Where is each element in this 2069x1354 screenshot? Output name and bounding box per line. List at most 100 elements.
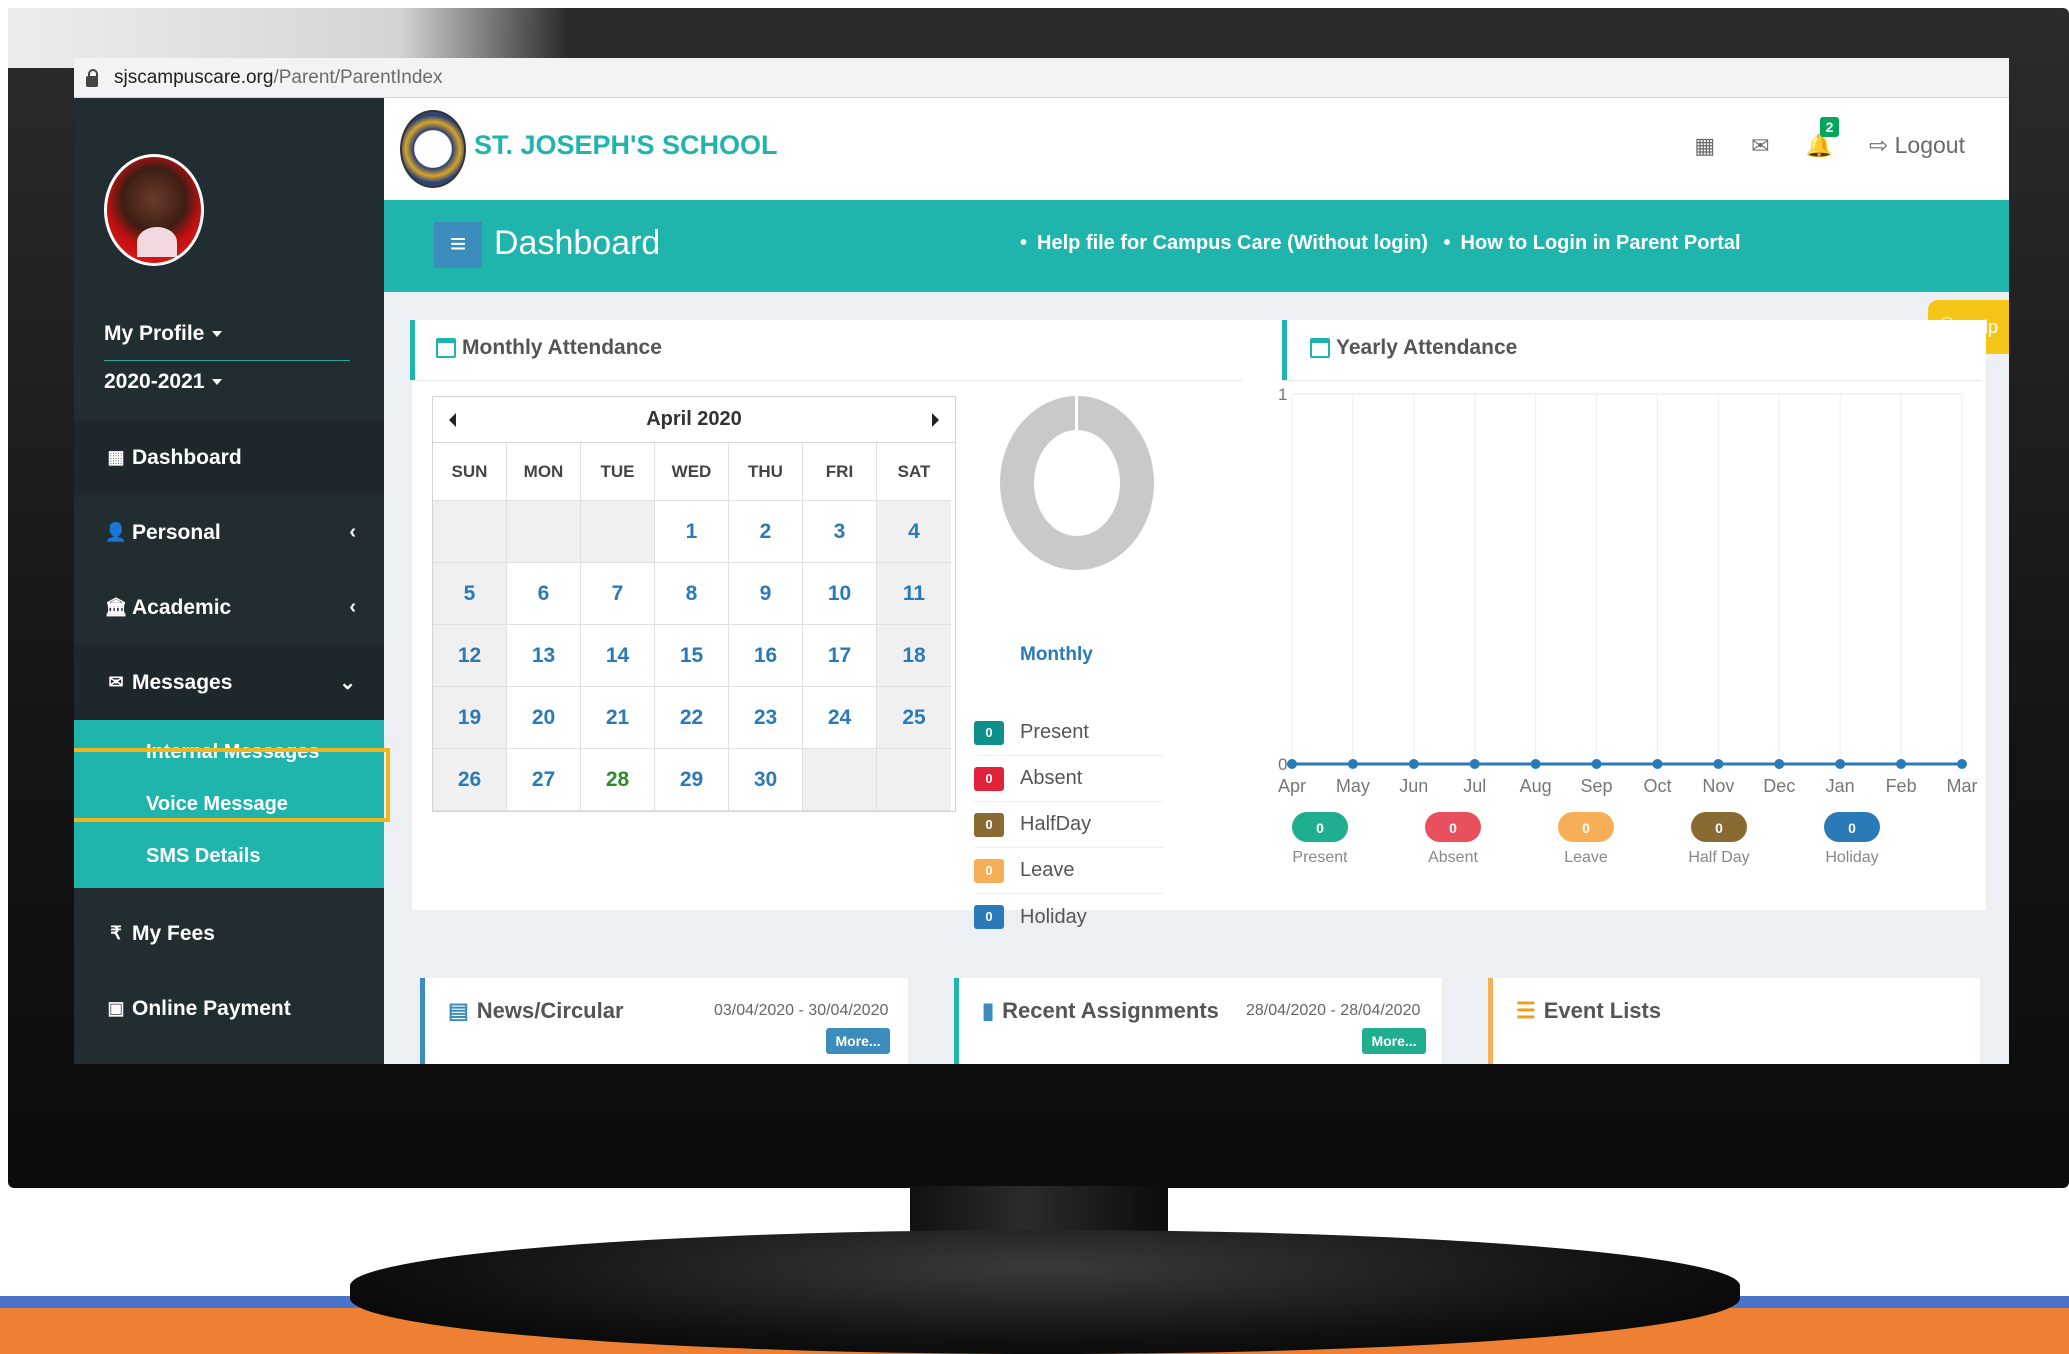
calendar-day[interactable]: 25	[877, 687, 951, 749]
sidebar-item-messages[interactable]: ✉ Messages ⌄	[74, 645, 384, 720]
calendar-icon	[1310, 338, 1330, 358]
legend-count-value: 0	[1316, 820, 1324, 836]
bullet: •	[1020, 232, 1028, 254]
prev-month-icon[interactable]	[449, 412, 456, 427]
address-bar[interactable]: sjscampuscare.org/Parent/ParentIndex	[74, 58, 2009, 98]
calendar-day[interactable]: 17	[803, 625, 877, 687]
sidebar-item-personal[interactable]: 👤 Personal ‹	[74, 495, 384, 570]
calendar-day[interactable]: 30	[729, 749, 803, 811]
sidebar-item-online-payment[interactable]: ▣ Online Payment	[74, 971, 384, 1046]
calendar-day[interactable]: 22	[655, 687, 729, 749]
sidebar-item-label: My Fees	[132, 921, 215, 945]
data-point	[1957, 759, 1967, 769]
sidebar-menu: ▦ Dashboard 👤 Personal ‹ 🏛 Academic ‹ ✉ …	[74, 420, 384, 1046]
legend-label: Leave	[1020, 859, 1075, 881]
calendar-day[interactable]: 1	[655, 501, 729, 563]
next-month-icon[interactable]	[931, 412, 939, 427]
calendar-day[interactable]: 28	[581, 749, 655, 811]
calendar-day[interactable]: 26	[433, 749, 507, 811]
hamburger-menu-icon[interactable]: ≡	[434, 222, 482, 268]
data-point	[1652, 759, 1663, 769]
calendar-empty-cell	[507, 501, 581, 563]
sidebar-item-dashboard[interactable]: ▦ Dashboard	[74, 420, 384, 495]
legend-count-badge: 0	[974, 905, 1004, 929]
calendar-day[interactable]: 12	[433, 625, 507, 687]
calendar-day[interactable]: 3	[803, 501, 877, 563]
calendar-day[interactable]: 19	[433, 687, 507, 749]
school-name: ST. JOSEPH'S SCHOOL	[474, 130, 778, 160]
legend-label: HalfDay	[1020, 813, 1092, 835]
donut-gap	[1075, 396, 1078, 432]
help-file-link[interactable]: Help file for Campus Care (Without login…	[1037, 232, 1428, 254]
data-point	[1530, 759, 1541, 769]
news-accent	[420, 978, 425, 1064]
legend-count-badge: 0	[974, 858, 1004, 883]
url-domain: sjscampuscare.org	[114, 66, 274, 88]
calendar-day[interactable]: 21	[581, 687, 655, 749]
calendar-day[interactable]: 5	[433, 563, 507, 625]
attendance-calendar: April 2020 SUN MON TUE WED THU FRI SAT 1…	[432, 396, 956, 812]
calendar-day[interactable]: 29	[655, 749, 729, 811]
sidebar-item-label: Dashboard	[132, 445, 242, 469]
data-point	[1713, 759, 1724, 769]
calendar-day[interactable]: 9	[729, 563, 803, 625]
avatar[interactable]	[104, 154, 204, 266]
notification-bell-icon[interactable]: 🔔 2	[1806, 116, 1840, 159]
logout-link[interactable]: ⇨ Logout	[1869, 132, 1965, 159]
apps-grid-icon[interactable]: ▦	[1694, 133, 1715, 159]
x-tick-label: Dec	[1763, 776, 1795, 796]
news-more-button[interactable]: More...	[826, 1028, 890, 1054]
calendar-day[interactable]: 18	[877, 625, 951, 687]
calendar-week-row: 12 13 14 15 16 17 18	[433, 625, 955, 687]
events-title-label: Event Lists	[1543, 998, 1662, 1023]
calendar-day[interactable]: 11	[877, 563, 951, 625]
sidebar-item-my-fees[interactable]: ₹ My Fees	[74, 896, 384, 971]
academic-year-dropdown[interactable]: 2020-2021	[104, 370, 223, 394]
calendar-day[interactable]: 4	[877, 501, 951, 563]
calendar-icon	[436, 338, 456, 358]
calendar-day[interactable]: 27	[507, 749, 581, 811]
calendar-day[interactable]: 7	[581, 563, 655, 625]
calendar-day[interactable]: 16	[729, 625, 803, 687]
calendar-day[interactable]: 14	[581, 625, 655, 687]
calendar-header: April 2020	[433, 397, 955, 443]
calendar-day[interactable]: 6	[507, 563, 581, 625]
x-tick-label: Sep	[1581, 776, 1613, 796]
assignments-more-button[interactable]: More...	[1362, 1028, 1426, 1054]
monthly-attendance-title: Monthly Attendance	[436, 336, 662, 360]
weekday-mon: MON	[507, 443, 581, 501]
chevron-left-icon: ‹	[349, 596, 356, 618]
x-tick-label: Feb	[1886, 776, 1917, 796]
calendar-day[interactable]: 13	[507, 625, 581, 687]
sidebar-item-academic[interactable]: 🏛 Academic ‹	[74, 570, 384, 645]
legend-count-value: 0	[1715, 820, 1723, 836]
data-point	[1835, 759, 1846, 769]
calendar-day[interactable]: 8	[655, 563, 729, 625]
help-links: • Help file for Campus Care (Without logi…	[1020, 232, 1751, 255]
calendar-day[interactable]: 20	[507, 687, 581, 749]
monthly-attendance-label: Monthly Attendance	[462, 336, 662, 359]
calendar-weekday-row: SUN MON TUE WED THU FRI SAT	[433, 443, 955, 501]
how-to-login-link[interactable]: How to Login in Parent Portal	[1461, 232, 1741, 254]
calendar-day[interactable]: 24	[803, 687, 877, 749]
data-point	[1287, 759, 1297, 769]
envelope-icon[interactable]: ✉	[1751, 133, 1769, 159]
notification-count-badge: 2	[1819, 116, 1840, 137]
data-point	[1469, 759, 1480, 769]
legend-label: Absent	[1428, 849, 1478, 866]
chevron-down-icon: ⌄	[339, 672, 356, 694]
x-tick-label: Oct	[1643, 776, 1671, 796]
my-profile-dropdown[interactable]: My Profile	[104, 322, 223, 346]
weekday-wed: WED	[655, 443, 729, 501]
calendar-day[interactable]: 10	[803, 563, 877, 625]
data-point	[1591, 759, 1602, 769]
sidebar-item-label: Personal	[132, 520, 221, 544]
calendar-day[interactable]: 23	[729, 687, 803, 749]
caret-down-icon	[212, 379, 223, 386]
submenu-item-sms-details[interactable]: SMS Details	[74, 830, 384, 882]
calendar-day[interactable]: 2	[729, 501, 803, 563]
envelope-icon: ✉	[108, 672, 124, 692]
calendar-week-row: 19 20 21 22 23 24 25	[433, 687, 955, 749]
calendar-day[interactable]: 15	[655, 625, 729, 687]
presentation-slide: sjscampuscare.org/Parent/ParentIndex My …	[0, 0, 2069, 1354]
